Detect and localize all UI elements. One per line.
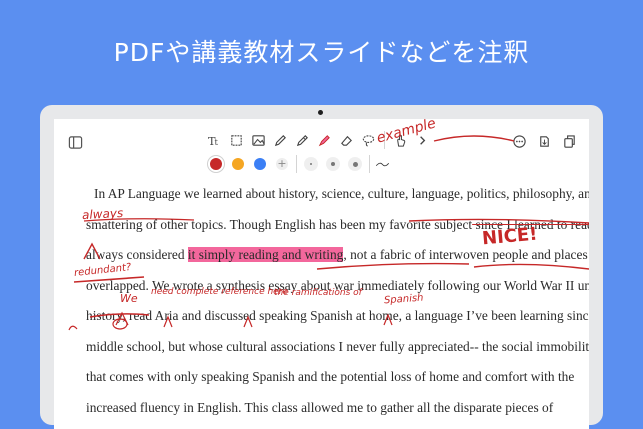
color-swatch-orange[interactable]	[232, 158, 244, 170]
text-tool-icon[interactable]: Tt	[205, 130, 224, 150]
toolbar-divider	[369, 155, 370, 173]
pencil-tool-icon[interactable]	[293, 130, 312, 150]
export-icon[interactable]	[535, 131, 554, 151]
doc-line: middle school, but whose cultural associ…	[86, 338, 589, 354]
copy-page-icon[interactable]	[560, 131, 579, 151]
document-page[interactable]: In AP Language we learned about history,…	[86, 179, 589, 423]
thickness-thin[interactable]	[304, 157, 318, 171]
doc-line: history, read Aria and discussed speakin…	[86, 308, 589, 323]
doc-line: that comes with only speaking Spanish an…	[86, 369, 575, 384]
thickness-thick[interactable]	[348, 157, 362, 171]
highlighter-tool-icon[interactable]	[315, 130, 334, 150]
color-swatch-blue[interactable]	[254, 158, 266, 170]
crop-tool-icon[interactable]	[227, 130, 246, 150]
annotation-ramifications: the ramifications of	[274, 288, 362, 298]
app-screen: Tt + In AP Language we learned about his…	[54, 119, 589, 429]
highlighted-text: it simply reading and writing	[187, 247, 344, 262]
annotation-always: always	[81, 205, 124, 223]
pen-options-bar: +	[205, 152, 392, 176]
svg-text:t: t	[215, 137, 219, 147]
image-tool-icon[interactable]	[249, 130, 268, 150]
right-toolbar	[510, 131, 579, 151]
color-swatch-red[interactable]	[210, 158, 222, 170]
sidebar-toggle-icon[interactable]	[66, 132, 85, 152]
tablet-device: Tt + In AP Language we learned about his…	[40, 105, 603, 429]
eraser-tool-icon[interactable]	[337, 130, 356, 150]
annotation-need-reference: need complete reference here	[151, 287, 288, 297]
pen-tool-icon[interactable]	[271, 130, 290, 150]
headline: PDFや講義教材スライドなどを注釈	[113, 38, 530, 67]
stroke-style-icon[interactable]	[373, 154, 392, 174]
annotation-we: We	[120, 292, 138, 305]
toolbar-divider	[296, 155, 297, 173]
add-color-button[interactable]: +	[276, 158, 288, 170]
doc-line: increased fluency in English. This class…	[86, 399, 554, 415]
thickness-medium[interactable]	[326, 157, 340, 171]
more-options-icon[interactable]	[510, 131, 529, 151]
doc-line: In AP Language we learned about history,…	[94, 186, 589, 201]
camera	[318, 110, 323, 115]
